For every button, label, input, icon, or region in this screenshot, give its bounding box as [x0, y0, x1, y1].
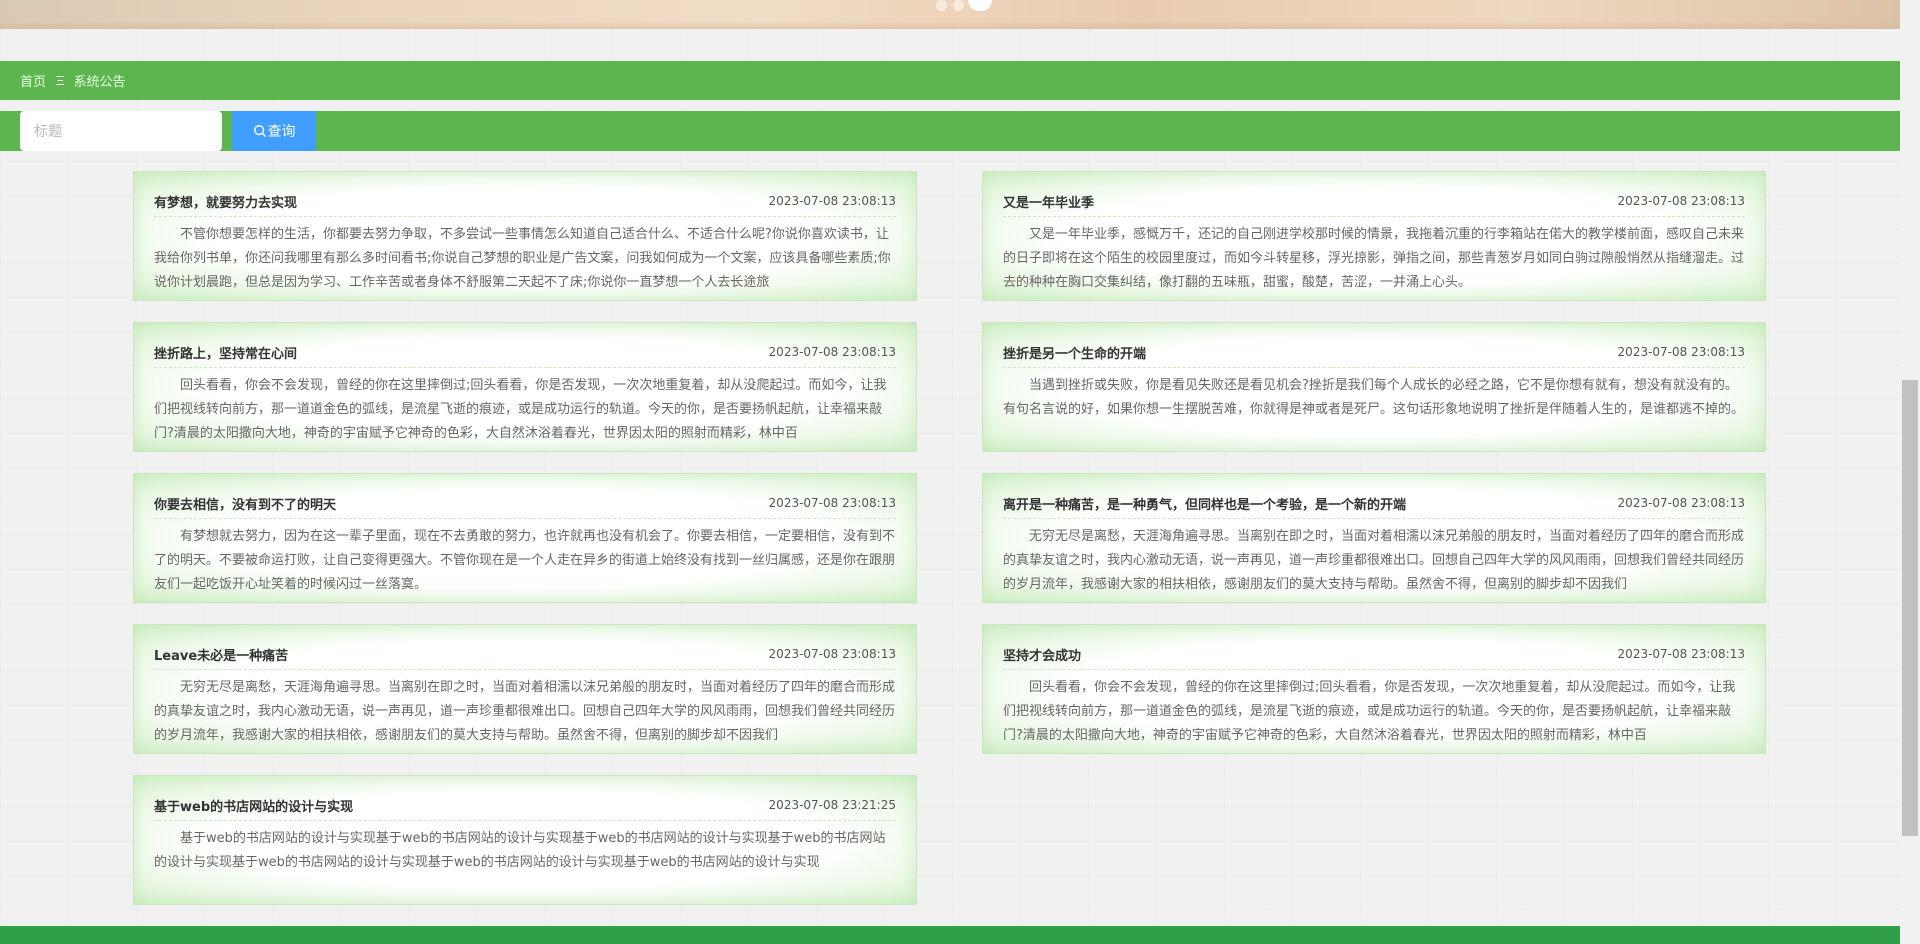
notice-header: 离开是一种痛苦，是一种勇气，但同样也是一个考验，是一个新的开端 2023-07-…: [1003, 492, 1745, 519]
notice-content: 无穷无尽是离愁，天涯海角遍寻思。当离别在即之时，当面对着相濡以沫兄弟般的朋友时，…: [154, 680, 896, 743]
notice-content: 不管你想要怎样的生活，你都要去努力争取，不多尝试一些事情怎么知道自己适合什么、不…: [154, 227, 891, 290]
notice-title[interactable]: 有梦想，就要努力去实现: [154, 192, 297, 211]
breadcrumb-separator-icon: Ξ: [56, 73, 65, 88]
carousel-dot-active[interactable]: [968, 0, 992, 11]
notice-content: 无穷无尽是离愁，天涯海角遍寻思。当离别在即之时，当面对着相濡以沫兄弟般的朋友时，…: [1003, 529, 1745, 592]
notice-header: 你要去相信，没有到不了的明天 2023-07-08 23:08:13: [154, 492, 896, 519]
notice-card[interactable]: 你要去相信，没有到不了的明天 2023-07-08 23:08:13 有梦想就去…: [133, 473, 917, 603]
search-icon: [253, 125, 266, 137]
notice-time: 2023-07-08 23:08:13: [1617, 496, 1745, 510]
notice-content: 有梦想就去努力，因为在这一辈子里面，现在不去勇敢的努力，也许就再也没有机会了。你…: [154, 529, 896, 592]
notice-card[interactable]: 离开是一种痛苦，是一种勇气，但同样也是一个考验，是一个新的开端 2023-07-…: [982, 473, 1766, 603]
notice-title[interactable]: 坚持才会成功: [1003, 645, 1081, 664]
notice-card[interactable]: Leave未必是一种痛苦 2023-07-08 23:08:13 无穷无尽是离愁…: [133, 624, 917, 754]
notice-time: 2023-07-08 23:08:13: [768, 496, 896, 510]
notice-card[interactable]: 又是一年毕业季 2023-07-08 23:08:13 又是一年毕业季，感慨万千…: [982, 171, 1766, 301]
notice-header: Leave未必是一种痛苦 2023-07-08 23:08:13: [154, 643, 896, 670]
notice-title[interactable]: 挫折路上，坚持常在心间: [154, 343, 297, 362]
notice-time: 2023-07-08 23:08:13: [1617, 194, 1745, 208]
breadcrumb: 首页 Ξ 系统公告: [0, 61, 1900, 100]
carousel-dots: [920, 0, 1000, 12]
notice-time: 2023-07-08 23:08:13: [768, 647, 896, 661]
notice-time: 2023-07-08 23:08:13: [1617, 345, 1745, 359]
notice-title[interactable]: 挫折是另一个生命的开端: [1003, 343, 1146, 362]
notice-card[interactable]: 挫折是另一个生命的开端 2023-07-08 23:08:13 当遇到挫折或失败…: [982, 322, 1766, 452]
notice-content: 回头看看，你会不会发现，曾经的你在这里摔倒过;回头看看，你是否发现，一次次地重复…: [154, 378, 887, 441]
notice-header: 挫折是另一个生命的开端 2023-07-08 23:08:13: [1003, 341, 1745, 368]
notice-content: 当遇到挫折或失败，你是看见失败还是看见机会?挫折是我们每个人成长的必经之路，它不…: [1003, 378, 1745, 417]
breadcrumb-home[interactable]: 首页: [20, 71, 46, 90]
carousel-dot[interactable]: [953, 0, 964, 11]
notice-card[interactable]: 挫折路上，坚持常在心间 2023-07-08 23:08:13 回头看看，你会不…: [133, 322, 917, 452]
notice-header: 挫折路上，坚持常在心间 2023-07-08 23:08:13: [154, 341, 896, 368]
notice-card[interactable]: 基于web的书店网站的设计与实现 2023-07-08 23:21:25 基于w…: [133, 775, 917, 905]
notice-header: 基于web的书店网站的设计与实现 2023-07-08 23:21:25: [154, 794, 896, 821]
notice-card[interactable]: 有梦想，就要努力去实现 2023-07-08 23:08:13 不管你想要怎样的…: [133, 171, 917, 301]
notice-title[interactable]: 又是一年毕业季: [1003, 192, 1094, 211]
notice-header: 又是一年毕业季 2023-07-08 23:08:13: [1003, 190, 1745, 217]
notice-time: 2023-07-08 23:08:13: [1617, 647, 1745, 661]
notice-title[interactable]: 基于web的书店网站的设计与实现: [154, 796, 353, 815]
title-search-input[interactable]: [20, 111, 222, 151]
notice-title[interactable]: Leave未必是一种痛苦: [154, 645, 288, 664]
notice-content: 又是一年毕业季，感慨万千，还记的自己刚进学校那时候的情景，我拖着沉重的行李箱站在…: [1003, 227, 1745, 290]
notice-content: 回头看看，你会不会发现，曾经的你在这里摔倒过;回头看看，你是否发现，一次次地重复…: [1003, 680, 1736, 743]
carousel-dot[interactable]: [936, 0, 947, 11]
footer-bar: [0, 926, 1900, 944]
breadcrumb-current: 系统公告: [73, 74, 126, 89]
top-banner: [0, 0, 1900, 29]
notice-time: 2023-07-08 23:08:13: [768, 345, 896, 359]
notice-content: 基于web的书店网站的设计与实现基于web的书店网站的设计与实现基于web的书店…: [154, 831, 886, 870]
notice-time: 2023-07-08 23:08:13: [768, 194, 896, 208]
notice-header: 坚持才会成功 2023-07-08 23:08:13: [1003, 643, 1745, 670]
notice-time: 2023-07-08 23:21:25: [768, 798, 896, 812]
scrollbar-thumb[interactable]: [1902, 380, 1918, 836]
search-bar: 查询: [0, 111, 1900, 151]
notice-header: 有梦想，就要努力去实现 2023-07-08 23:08:13: [154, 190, 896, 217]
notice-title[interactable]: 你要去相信，没有到不了的明天: [154, 494, 336, 513]
search-button-label: 查询: [267, 123, 296, 139]
notice-card[interactable]: 坚持才会成功 2023-07-08 23:08:13 回头看看，你会不会发现，曾…: [982, 624, 1766, 754]
search-button[interactable]: 查询: [232, 111, 316, 151]
notice-title[interactable]: 离开是一种痛苦，是一种勇气，但同样也是一个考验，是一个新的开端: [1003, 494, 1406, 513]
